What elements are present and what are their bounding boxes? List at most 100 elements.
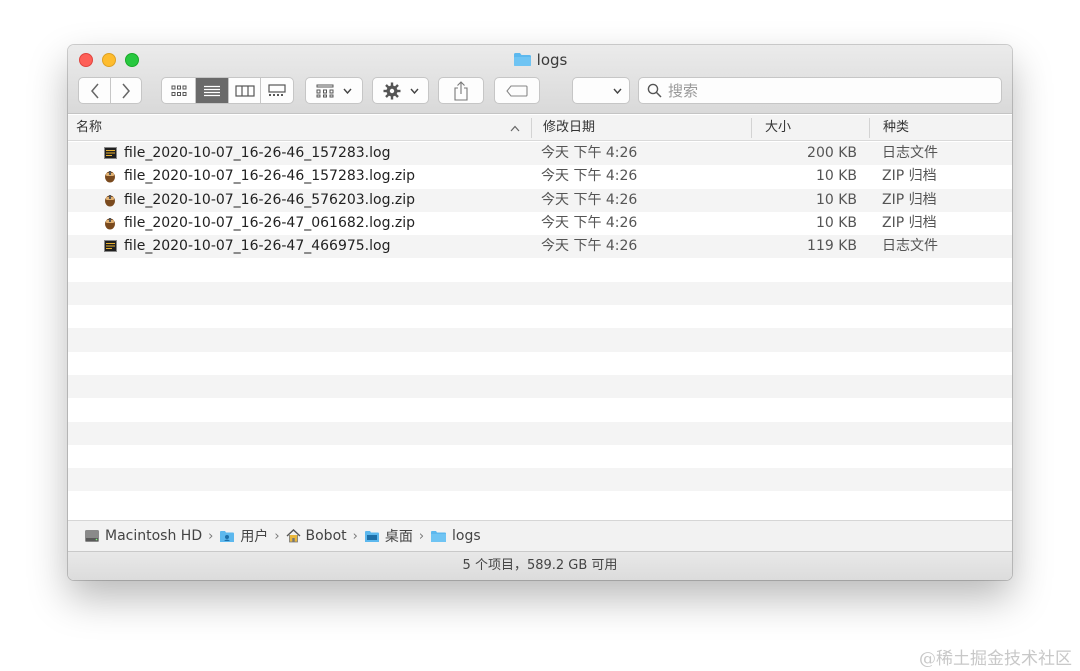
title-bar: logs 搜索 [68,45,1012,114]
back-button[interactable] [79,78,110,103]
zip-file-icon [105,217,115,230]
file-date: 今天 下午 4:26 [541,145,638,161]
file-date: 今天 下午 4:26 [541,191,638,208]
path-item-macintosh-hd[interactable]: Macintosh HD [84,528,202,544]
file-date: 今天 下午 4:26 [541,238,638,255]
file-row[interactable]: file_2020-10-07_16-26-47_061682.log.zip … [68,212,1012,235]
group-button[interactable] [305,77,363,104]
file-kind: ZIP 归档 [882,214,937,231]
share-icon [454,80,468,101]
watermark: @稀土掘金技术社区 [919,649,1072,669]
column-separator[interactable] [531,118,532,138]
tag-icon [506,84,528,97]
column-name-header[interactable]: 名称 [76,115,102,141]
empty-row [68,328,1012,352]
file-date: 今天 下午 4:26 [541,168,638,185]
hard-drive-icon [85,530,99,542]
path-item-logs[interactable]: logs [430,528,481,544]
zip-file-icon [105,194,115,207]
folder-icon [431,530,447,542]
file-row[interactable]: file_2020-10-07_16-26-46_576203.log.zip … [68,188,1012,212]
chevron-right-icon [122,83,131,98]
file-size: 200 KB [807,145,857,161]
list-icon [204,85,221,96]
gallery-view-button[interactable] [260,78,293,103]
empty-row [68,492,1012,515]
empty-row [68,352,1012,375]
tag-button[interactable] [494,77,540,104]
file-row[interactable]: file_2020-10-07_16-26-46_157283.log 今天 下… [68,142,1012,166]
gear-icon [383,82,400,99]
icon-view-button[interactable] [162,78,195,103]
file-name: file_2020-10-07_16-26-46_576203.log.zip [124,191,416,208]
empty-row [68,305,1012,328]
empty-row [68,398,1012,421]
empty-row [68,375,1012,399]
zip-file-icon [105,171,115,183]
search-icon [647,83,662,98]
file-name: file_2020-10-07_16-26-46_157283.log.zip [124,168,416,185]
empty-row [68,421,1012,445]
column-separator[interactable] [751,118,752,138]
window-title-text: logs [536,51,568,69]
home-icon [286,529,300,543]
file-name: file_2020-10-07_16-26-47_061682.log.zip [124,214,416,231]
view-mode-control [161,77,294,104]
path-separator: › [352,528,358,544]
columns-icon [235,84,255,97]
column-date-header[interactable]: 修改日期 [543,115,595,141]
file-size: 10 KB [815,214,857,231]
file-kind: ZIP 归档 [882,168,937,185]
log-file-icon [104,240,117,253]
path-dropdown[interactable] [572,77,630,104]
file-kind: 日志文件 [882,238,938,255]
empty-row [68,468,1012,492]
column-header: 名称 修改日期 大小 种类 [68,115,1012,141]
group-icon [316,84,334,97]
empty-row [68,281,1012,306]
file-size: 10 KB [815,168,857,185]
desktop-folder-icon [364,530,379,542]
path-separator: › [418,528,425,544]
file-list: file_2020-10-07_16-26-46_157283.log 今天 下… [68,142,1012,520]
gallery-icon [268,84,286,96]
log-file-icon [104,147,117,159]
empty-row [68,259,1012,282]
status-bar: 5 个项目，589.2 GB 可用 [68,551,1012,580]
file-size: 10 KB [815,191,857,208]
forward-button[interactable] [110,78,141,103]
list-view-button[interactable] [195,78,228,103]
action-button[interactable] [372,77,429,104]
window-title: logs [68,50,1012,72]
file-date: 今天 下午 4:26 [541,214,638,231]
file-row[interactable]: file_2020-10-07_16-26-46_157283.log.zip … [68,165,1012,188]
path-item-desktop[interactable]: 桌面 [364,526,413,546]
file-name: file_2020-10-07_16-26-46_157283.log [124,145,391,161]
path-item-bobot[interactable]: Bobot [286,528,347,544]
column-separator[interactable] [869,118,870,138]
users-folder-icon [220,530,235,542]
column-size-header[interactable]: 大小 [765,115,791,141]
finder-window: logs 搜索 名称 修改日期 大小 种类 file_2020-10-07_16… [68,45,1012,580]
sort-ascending-icon[interactable] [510,125,520,132]
share-button[interactable] [438,77,484,104]
file-size: 119 KB [807,238,857,255]
chevron-left-icon [90,83,99,98]
path-separator: › [274,528,280,544]
search-placeholder: 搜索 [668,82,699,100]
chevron-down-icon [409,88,419,94]
folder-icon [513,52,532,72]
path-item-users[interactable]: 用户 [219,526,268,546]
file-row[interactable]: file_2020-10-07_16-26-47_466975.log 今天 下… [68,235,1012,259]
search-field[interactable]: 搜索 [638,77,1002,104]
file-name: file_2020-10-07_16-26-47_466975.log [124,238,391,255]
empty-row [68,445,1012,468]
column-view-button[interactable] [227,78,261,103]
column-kind-header[interactable]: 种类 [883,115,909,141]
chevron-down-icon [343,88,352,94]
path-bar: Macintosh HD › 用户 › Bobot › 桌面 › logs [68,520,1012,551]
nav-buttons [78,77,142,104]
path-separator: › [208,528,214,544]
chevron-down-icon [613,88,622,94]
icon-grid-icon [171,85,187,96]
